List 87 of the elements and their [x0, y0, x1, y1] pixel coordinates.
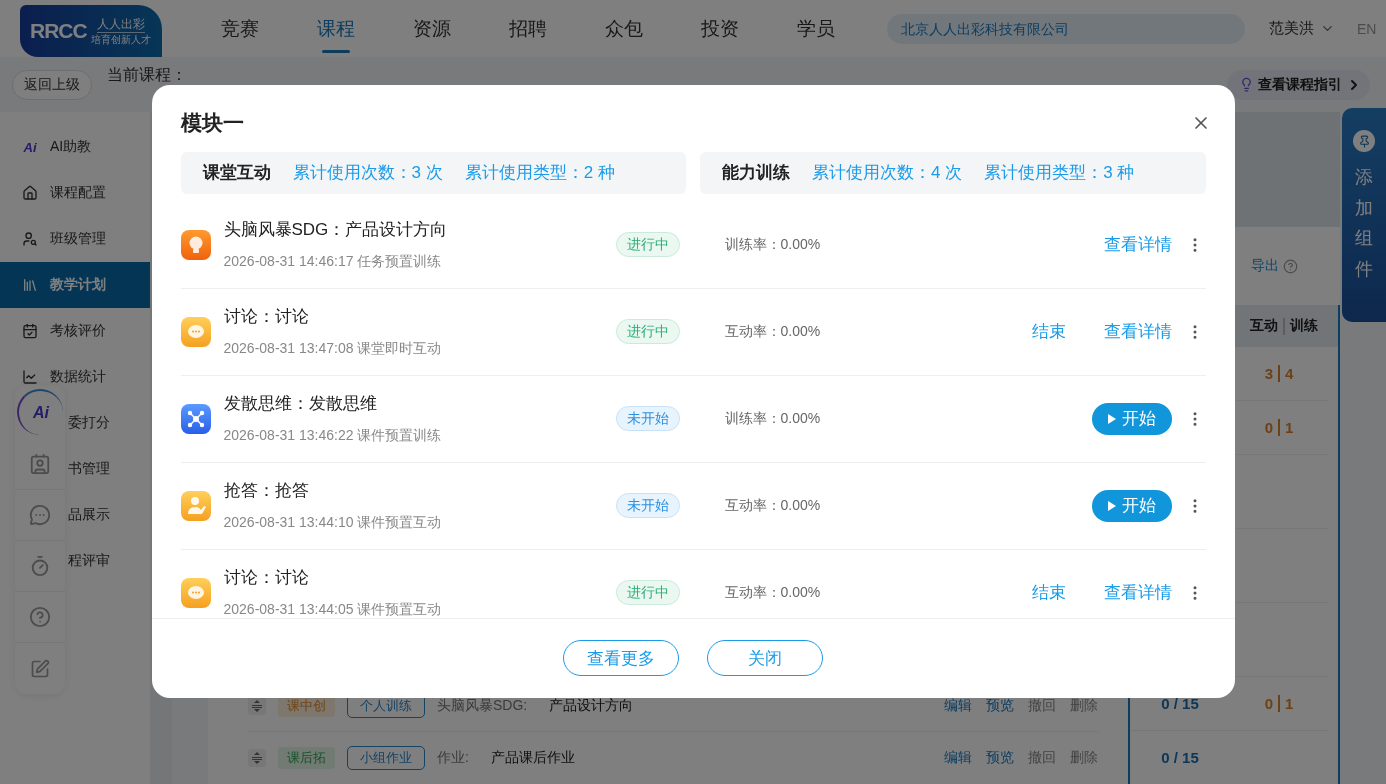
nav-tab[interactable]: 招聘	[480, 0, 576, 57]
sidebar-item[interactable]: 教学计划	[0, 262, 150, 308]
usage-count: 0 1	[1263, 695, 1295, 712]
add-widget-tab[interactable]: 添加组件	[1342, 108, 1386, 322]
usage-types: 累计使用类型：2 种	[464, 162, 615, 184]
activity-meta: 2026-08-31 13:46:22 课件预置训练	[223, 427, 443, 443]
play-icon	[1107, 413, 1116, 424]
lesson-title: 产品设计方向	[549, 696, 634, 715]
summary-name: 课堂互动	[202, 162, 271, 184]
action-link[interactable]: 查看详情	[1103, 581, 1172, 604]
action-link[interactable]: 查看详情	[1103, 320, 1172, 343]
nav-tab[interactable]: 众包	[576, 0, 672, 57]
activity-title: 发散思维：发散思维	[223, 394, 378, 414]
type-tag: 小组作业	[347, 745, 425, 770]
drag-handle-icon[interactable]	[248, 748, 266, 767]
row-action-link[interactable]: 预览	[986, 748, 1014, 767]
rate-text: 互动率：0.00%	[724, 322, 822, 341]
rate-text: 互动率：0.00%	[724, 496, 822, 515]
play-icon	[1107, 500, 1116, 511]
activity-meta: 2026-08-31 14:46:17 任务预置训练	[223, 253, 443, 269]
pin-icon	[1353, 130, 1375, 152]
chat-bubble-icon	[180, 316, 211, 347]
row-action-link[interactable]: 删除	[1070, 696, 1098, 715]
activity-meta: 2026-08-31 13:44:10 课件预置互动	[223, 514, 443, 530]
calendar-check-icon	[22, 323, 38, 339]
row-action-link[interactable]: 编辑	[944, 748, 972, 767]
current-course: 当前课程：	[107, 66, 187, 84]
sidebar-item[interactable]: 班级管理	[0, 216, 150, 262]
chat-bubble-icon	[180, 577, 211, 608]
usage-count: 累计使用次数：3 次	[292, 162, 443, 184]
network-icon	[180, 403, 211, 434]
lesson-title: 产品课后作业	[490, 748, 575, 767]
activity-meta: 2026-08-31 13:47:08 课堂即时互动	[223, 340, 443, 356]
rate-text: 互动率：0.00%	[724, 583, 822, 602]
user-search-icon	[22, 231, 38, 247]
back-button[interactable]: 返回上级	[12, 69, 92, 100]
ai-assistant-button[interactable]: Ai	[17, 389, 63, 435]
progress-count: 0 / 15	[1160, 695, 1200, 712]
sidebar-item[interactable]: Ai AI助教	[0, 124, 150, 170]
footer-button[interactable]: 查看更多	[563, 640, 679, 676]
action-link[interactable]: 结束	[1031, 581, 1066, 604]
lesson-prefix: 头脑风暴SDG:	[437, 696, 528, 715]
stage-tag: 课后拓	[278, 746, 335, 769]
lightbulb-icon	[180, 229, 211, 260]
user-menu[interactable]: 范美洪	[1269, 19, 1335, 38]
nav-tab[interactable]: 投资	[672, 0, 768, 57]
status-badge: 进行中	[615, 232, 680, 257]
lightbulb-icon	[1239, 77, 1254, 92]
row-action-link[interactable]: 编辑	[944, 696, 972, 715]
status-badge: 未开始	[615, 406, 680, 431]
row-action-link[interactable]: 预览	[986, 696, 1014, 715]
company-name: 北京人人出彩科技有限公司	[887, 13, 1245, 44]
progress-count: 0 / 15	[1160, 749, 1200, 766]
summary-name: 能力训练	[722, 162, 790, 184]
row-action-link[interactable]: 删除	[1070, 748, 1098, 767]
rate-text: 训练率：0.00%	[724, 235, 822, 254]
activity-title: 头脑风暴SDG：产品设计方向	[223, 220, 449, 240]
action-link[interactable]: 结束	[1031, 320, 1066, 343]
library-icon	[22, 277, 38, 293]
raised-hand-icon	[180, 490, 211, 521]
sidebar-item[interactable]: 课程配置	[0, 170, 150, 216]
line-chart-icon	[22, 369, 38, 385]
status-badge: 进行中	[615, 580, 680, 605]
action-link[interactable]: 查看详情	[1103, 233, 1172, 256]
activity-title: 讨论：讨论	[223, 307, 310, 327]
usage-count: 累计使用次数：4 次	[812, 162, 963, 184]
nav-tab[interactable]: 学员	[768, 0, 864, 57]
start-button[interactable]: 开始	[1091, 489, 1172, 522]
nav-tab[interactable]: 课程	[288, 0, 384, 57]
activity-title: 讨论：讨论	[223, 568, 310, 588]
status-badge: 进行中	[615, 319, 680, 344]
home-icon	[22, 185, 38, 201]
modal-title: 模块一	[180, 109, 244, 136]
nav-tab[interactable]: 资源	[384, 0, 480, 57]
footer-button[interactable]: 关闭	[707, 640, 823, 676]
ai-icon: Ai	[23, 139, 37, 155]
nav-tab[interactable]: 竞赛	[192, 0, 288, 57]
lesson-prefix: 作业:	[437, 748, 469, 767]
activity-title: 抢答：抢答	[223, 481, 310, 501]
start-button[interactable]: 开始	[1091, 402, 1172, 435]
sidebar-item[interactable]: 考核评价	[0, 308, 150, 354]
export-link[interactable]: 导出	[1251, 257, 1279, 275]
course-guide-button[interactable]: 查看课程指引	[1227, 69, 1370, 100]
usage-types: 累计使用类型：3 种	[984, 162, 1135, 184]
status-badge: 未开始	[615, 493, 680, 518]
rate-text: 训练率：0.00%	[724, 409, 822, 428]
activity-meta: 2026-08-31 13:44:05 课件预置互动	[223, 601, 443, 617]
